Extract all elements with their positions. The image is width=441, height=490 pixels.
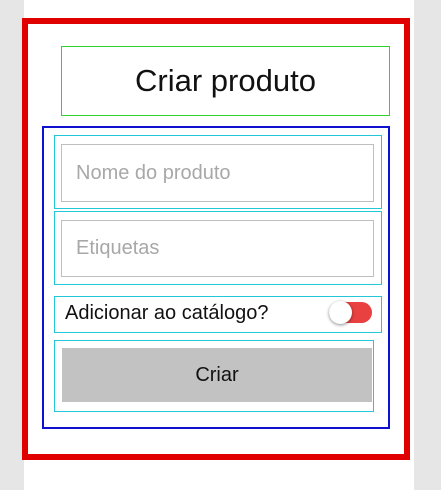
title-container: Criar produto: [61, 46, 390, 116]
product-name-input[interactable]: [61, 144, 374, 202]
page-title: Criar produto: [135, 63, 316, 98]
toggle-thumb: [329, 301, 352, 324]
create-button[interactable]: Criar: [62, 348, 372, 402]
tags-input[interactable]: [61, 220, 374, 277]
add-to-catalog-toggle[interactable]: [329, 301, 372, 324]
catalog-toggle-label: Adicionar ao catálogo?: [65, 302, 269, 324]
